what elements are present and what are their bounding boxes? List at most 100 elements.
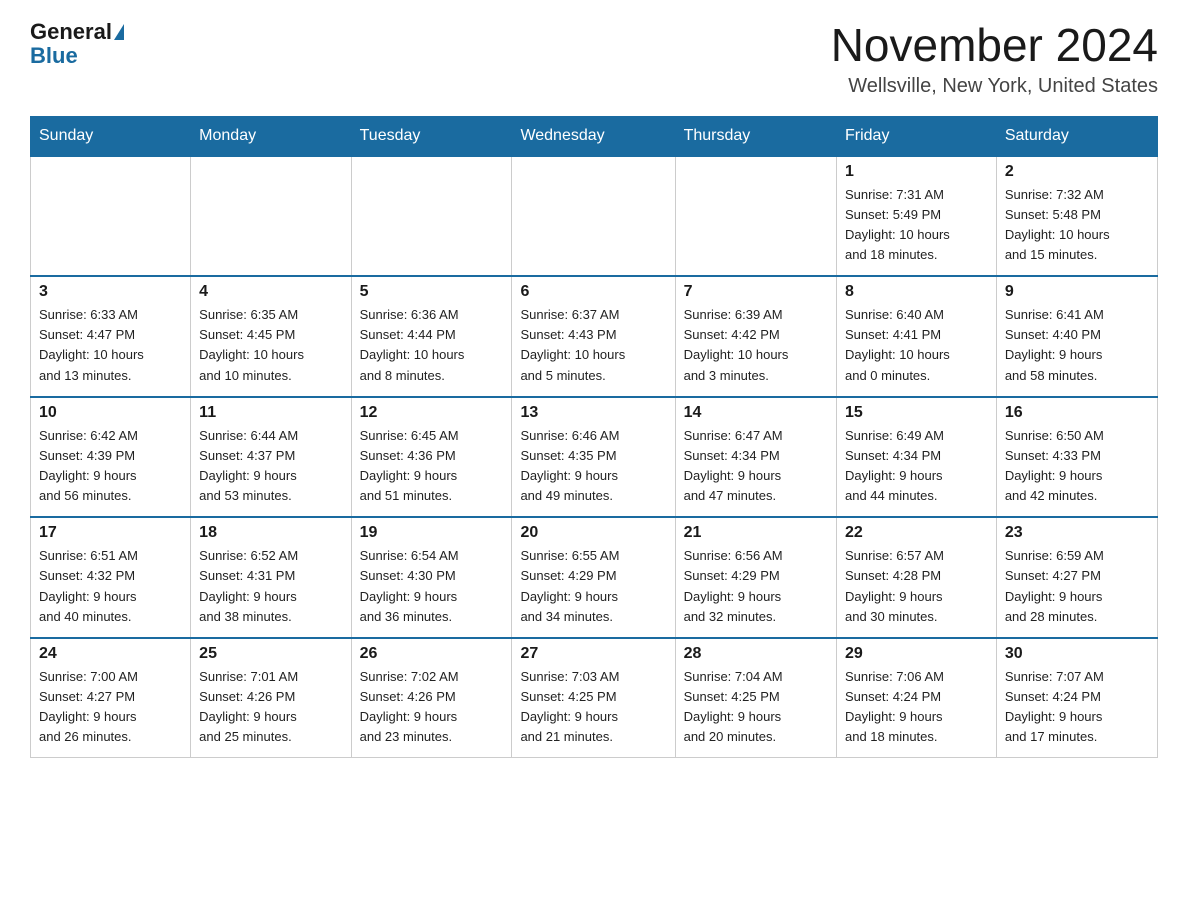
logo-general: General [30,20,112,44]
weekday-header-tuesday: Tuesday [351,116,512,156]
calendar-cell: 17 Sunrise: 6:51 AM Sunset: 4:32 PM Dayli… [31,517,191,638]
calendar-cell: 18 Sunrise: 6:52 AM Sunset: 4:31 PM Dayli… [191,517,351,638]
day-info: Sunrise: 7:32 AM Sunset: 5:48 PM Dayligh… [1005,185,1149,266]
day-info: Sunrise: 6:54 AM Sunset: 4:30 PM Dayligh… [360,546,504,627]
week-row-2: 3 Sunrise: 6:33 AM Sunset: 4:47 PM Daylig… [31,276,1158,397]
day-info: Sunrise: 6:44 AM Sunset: 4:37 PM Dayligh… [199,426,342,507]
calendar-cell [191,156,351,277]
calendar-cell: 1Sunrise: 7:31 AM Sunset: 5:49 PM Daylig… [837,156,997,277]
logo-blue: Blue [30,43,78,68]
day-number: 11 [199,404,342,422]
day-info: Sunrise: 7:02 AM Sunset: 4:26 PM Dayligh… [360,667,504,748]
day-number: 27 [520,645,666,663]
day-number: 13 [520,404,666,422]
day-info: Sunrise: 6:52 AM Sunset: 4:31 PM Dayligh… [199,546,342,627]
day-info: Sunrise: 6:50 AM Sunset: 4:33 PM Dayligh… [1005,426,1149,507]
day-number: 20 [520,524,666,542]
day-info: Sunrise: 6:59 AM Sunset: 4:27 PM Dayligh… [1005,546,1149,627]
day-info: Sunrise: 6:55 AM Sunset: 4:29 PM Dayligh… [520,546,666,627]
day-number: 21 [684,524,828,542]
calendar-cell: 20 Sunrise: 6:55 AM Sunset: 4:29 PM Dayli… [512,517,675,638]
month-title: November 2024 [831,20,1158,71]
day-number: 18 [199,524,342,542]
calendar-cell: 9Sunrise: 6:41 AM Sunset: 4:40 PM Daylig… [996,276,1157,397]
calendar-cell: 12 Sunrise: 6:45 AM Sunset: 4:36 PM Dayli… [351,397,512,518]
calendar-cell: 15Sunrise: 6:49 AM Sunset: 4:34 PM Dayli… [837,397,997,518]
weekday-header-friday: Friday [837,116,997,156]
day-info: Sunrise: 6:56 AM Sunset: 4:29 PM Dayligh… [684,546,828,627]
calendar-cell: 22 Sunrise: 6:57 AM Sunset: 4:28 PM Dayli… [837,517,997,638]
calendar-cell: 25Sunrise: 7:01 AM Sunset: 4:26 PM Dayli… [191,638,351,758]
day-number: 5 [360,283,504,301]
calendar-cell [351,156,512,277]
day-number: 9 [1005,283,1149,301]
location-title: Wellsville, New York, United States [831,75,1158,98]
day-info: Sunrise: 6:49 AM Sunset: 4:34 PM Dayligh… [845,426,988,507]
day-number: 8 [845,283,988,301]
day-number: 23 [1005,524,1149,542]
day-info: Sunrise: 6:40 AM Sunset: 4:41 PM Dayligh… [845,305,988,386]
day-number: 28 [684,645,828,663]
day-info: Sunrise: 7:00 AM Sunset: 4:27 PM Dayligh… [39,667,182,748]
day-number: 7 [684,283,828,301]
calendar-cell: 8 Sunrise: 6:40 AM Sunset: 4:41 PM Daylig… [837,276,997,397]
day-info: Sunrise: 6:42 AM Sunset: 4:39 PM Dayligh… [39,426,182,507]
day-info: Sunrise: 6:36 AM Sunset: 4:44 PM Dayligh… [360,305,504,386]
day-number: 30 [1005,645,1149,663]
day-info: Sunrise: 6:46 AM Sunset: 4:35 PM Dayligh… [520,426,666,507]
day-number: 12 [360,404,504,422]
calendar-cell: 2 Sunrise: 7:32 AM Sunset: 5:48 PM Daylig… [996,156,1157,277]
day-number: 6 [520,283,666,301]
calendar-cell: 19 Sunrise: 6:54 AM Sunset: 4:30 PM Dayli… [351,517,512,638]
day-info: Sunrise: 7:07 AM Sunset: 4:24 PM Dayligh… [1005,667,1149,748]
weekday-header-thursday: Thursday [675,116,836,156]
day-number: 17 [39,524,182,542]
calendar-cell: 10 Sunrise: 6:42 AM Sunset: 4:39 PM Dayli… [31,397,191,518]
week-row-3: 10 Sunrise: 6:42 AM Sunset: 4:39 PM Dayli… [31,397,1158,518]
calendar-cell [675,156,836,277]
calendar-cell: 29 Sunrise: 7:06 AM Sunset: 4:24 PM Dayli… [837,638,997,758]
day-info: Sunrise: 6:51 AM Sunset: 4:32 PM Dayligh… [39,546,182,627]
calendar-cell [31,156,191,277]
calendar-cell: 4 Sunrise: 6:35 AM Sunset: 4:45 PM Daylig… [191,276,351,397]
weekday-header-monday: Monday [191,116,351,156]
day-info: Sunrise: 7:01 AM Sunset: 4:26 PM Dayligh… [199,667,342,748]
calendar-cell: 27 Sunrise: 7:03 AM Sunset: 4:25 PM Dayli… [512,638,675,758]
day-number: 3 [39,283,182,301]
day-info: Sunrise: 7:04 AM Sunset: 4:25 PM Dayligh… [684,667,828,748]
logo: General Blue [30,20,124,68]
day-number: 10 [39,404,182,422]
day-number: 4 [199,283,342,301]
day-number: 19 [360,524,504,542]
day-number: 22 [845,524,988,542]
calendar-cell: 6Sunrise: 6:37 AM Sunset: 4:43 PM Daylig… [512,276,675,397]
calendar-cell: 26 Sunrise: 7:02 AM Sunset: 4:26 PM Dayli… [351,638,512,758]
day-number: 29 [845,645,988,663]
calendar-cell: 14Sunrise: 6:47 AM Sunset: 4:34 PM Dayli… [675,397,836,518]
day-info: Sunrise: 7:03 AM Sunset: 4:25 PM Dayligh… [520,667,666,748]
title-area: November 2024 Wellsville, New York, Unit… [831,20,1158,98]
calendar-cell: 30 Sunrise: 7:07 AM Sunset: 4:24 PM Dayli… [996,638,1157,758]
day-number: 2 [1005,163,1149,181]
calendar-cell: 13 Sunrise: 6:46 AM Sunset: 4:35 PM Dayli… [512,397,675,518]
calendar-cell: 7Sunrise: 6:39 AM Sunset: 4:42 PM Daylig… [675,276,836,397]
day-info: Sunrise: 6:47 AM Sunset: 4:34 PM Dayligh… [684,426,828,507]
weekday-header-wednesday: Wednesday [512,116,675,156]
day-info: Sunrise: 6:35 AM Sunset: 4:45 PM Dayligh… [199,305,342,386]
day-info: Sunrise: 6:33 AM Sunset: 4:47 PM Dayligh… [39,305,182,386]
calendar-cell: 21 Sunrise: 6:56 AM Sunset: 4:29 PM Dayli… [675,517,836,638]
calendar-table: SundayMondayTuesdayWednesdayThursdayFrid… [30,116,1158,759]
weekday-header-row: SundayMondayTuesdayWednesdayThursdayFrid… [31,116,1158,156]
day-info: Sunrise: 7:06 AM Sunset: 4:24 PM Dayligh… [845,667,988,748]
day-number: 16 [1005,404,1149,422]
calendar-cell: 16 Sunrise: 6:50 AM Sunset: 4:33 PM Dayli… [996,397,1157,518]
day-info: Sunrise: 6:57 AM Sunset: 4:28 PM Dayligh… [845,546,988,627]
day-number: 1 [845,163,988,181]
weekday-header-saturday: Saturday [996,116,1157,156]
weekday-header-sunday: Sunday [31,116,191,156]
day-number: 26 [360,645,504,663]
week-row-1: 1Sunrise: 7:31 AM Sunset: 5:49 PM Daylig… [31,156,1158,277]
day-info: Sunrise: 6:45 AM Sunset: 4:36 PM Dayligh… [360,426,504,507]
calendar-cell: 23 Sunrise: 6:59 AM Sunset: 4:27 PM Dayli… [996,517,1157,638]
logo-triangle-icon [114,24,124,40]
